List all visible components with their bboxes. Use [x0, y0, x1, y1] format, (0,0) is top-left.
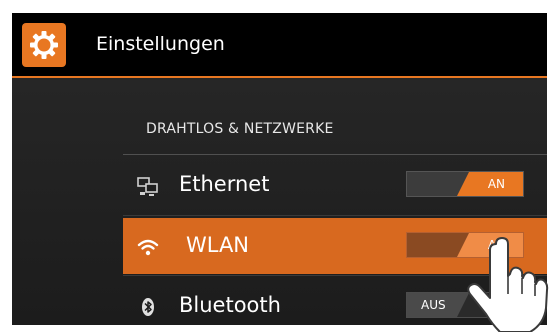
toggle-state-label: AUS: [421, 298, 446, 312]
settings-row-ethernet[interactable]: Ethernet AN: [123, 157, 547, 213]
row-divider: [123, 215, 547, 216]
row-label-bluetooth: Bluetooth: [179, 293, 281, 317]
settings-app-button[interactable]: [22, 23, 66, 67]
wifi-icon: [137, 236, 159, 258]
section-header: DRAHTLOS & NETZWERKE: [146, 121, 334, 137]
ethernet-toggle[interactable]: AN: [406, 171, 524, 197]
section-divider: [123, 154, 547, 155]
bluetooth-icon: [137, 296, 159, 318]
row-label-wlan: WLAN: [186, 233, 250, 257]
page-title: Einstellungen: [96, 33, 225, 55]
pointing-hand-icon: [467, 237, 549, 332]
row-label-ethernet: Ethernet: [179, 172, 270, 196]
app-header: Einstellungen: [12, 13, 547, 78]
gear-icon: [30, 31, 58, 59]
toggle-state-label: AN: [487, 177, 505, 191]
ethernet-icon: [137, 175, 159, 197]
